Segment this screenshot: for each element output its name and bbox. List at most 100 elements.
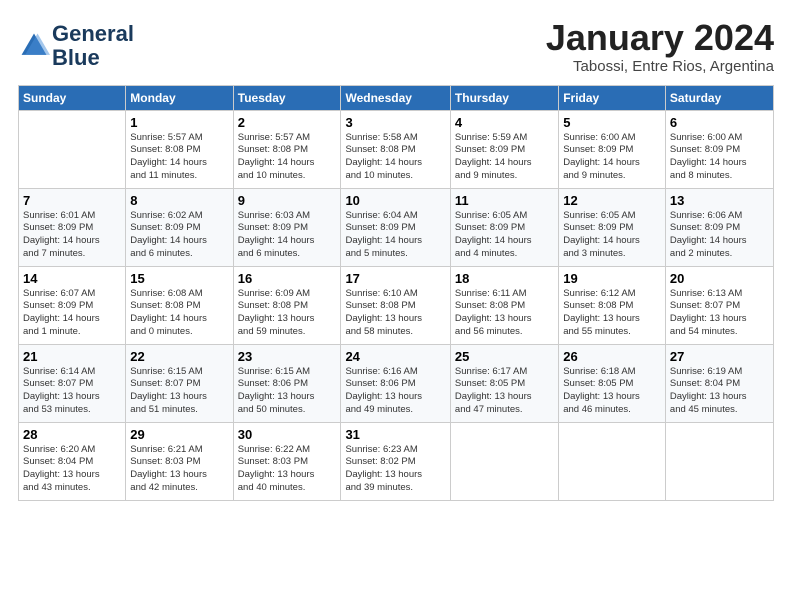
day-number: 26 — [563, 349, 661, 364]
day-info: Sunrise: 6:00 AM Sunset: 8:09 PM Dayligh… — [670, 132, 769, 183]
day-info: Sunrise: 5:59 AM Sunset: 8:09 PM Dayligh… — [455, 132, 554, 183]
header-cell: Thursday — [450, 85, 558, 110]
day-info: Sunrise: 6:09 AM Sunset: 8:08 PM Dayligh… — [238, 288, 337, 339]
day-number: 19 — [563, 271, 661, 286]
day-info: Sunrise: 6:15 AM Sunset: 8:07 PM Dayligh… — [130, 366, 228, 417]
header: General Blue January 2024 Tabossi, Entre… — [18, 18, 774, 75]
calendar-week-row: 7 Sunrise: 6:01 AM Sunset: 8:09 PM Daylig… — [19, 188, 774, 266]
day-info: Sunrise: 6:10 AM Sunset: 8:08 PM Dayligh… — [345, 288, 445, 339]
calendar-cell: 21Sunrise: 6:14 AM Sunset: 8:07 PM Dayli… — [19, 344, 126, 422]
calendar-cell: 29 Sunrise: 6:21 AM Sunset: 8:03 PM Dayli… — [126, 422, 233, 500]
header-cell: Tuesday — [233, 85, 341, 110]
day-number: 31 — [345, 427, 445, 442]
calendar-cell: 15Sunrise: 6:08 AM Sunset: 8:08 PM Dayli… — [126, 266, 233, 344]
day-info: Sunrise: 6:08 AM Sunset: 8:08 PM Dayligh… — [130, 288, 228, 339]
day-number: 27 — [670, 349, 769, 364]
header-row: SundayMondayTuesdayWednesdayThursdayFrid… — [19, 85, 774, 110]
day-number: 11 — [455, 193, 554, 208]
calendar-cell: 17 Sunrise: 6:10 AM Sunset: 8:08 PM Dayli… — [341, 266, 450, 344]
day-number: 28 — [23, 427, 121, 442]
calendar-cell: 4 Sunrise: 5:59 AM Sunset: 8:09 PM Daylig… — [450, 110, 558, 188]
page: General Blue January 2024 Tabossi, Entre… — [0, 0, 792, 612]
calendar-cell — [665, 422, 773, 500]
day-info: Sunrise: 6:07 AM Sunset: 8:09 PM Dayligh… — [23, 288, 121, 339]
calendar-cell: 16 Sunrise: 6:09 AM Sunset: 8:08 PM Dayli… — [233, 266, 341, 344]
day-info: Sunrise: 6:12 AM Sunset: 8:08 PM Dayligh… — [563, 288, 661, 339]
day-number: 3 — [345, 115, 445, 130]
calendar-table: SundayMondayTuesdayWednesdayThursdayFrid… — [18, 85, 774, 501]
calendar-cell: 20 Sunrise: 6:13 AM Sunset: 8:07 PM Dayli… — [665, 266, 773, 344]
calendar-cell: 12 Sunrise: 6:05 AM Sunset: 8:09 PM Dayli… — [559, 188, 666, 266]
calendar-cell: 7 Sunrise: 6:01 AM Sunset: 8:09 PM Daylig… — [19, 188, 126, 266]
calendar-cell: 25Sunrise: 6:17 AM Sunset: 8:05 PM Dayli… — [450, 344, 558, 422]
day-info: Sunrise: 5:58 AM Sunset: 8:08 PM Dayligh… — [345, 132, 445, 183]
day-number: 18 — [455, 271, 554, 286]
calendar-cell: 3 Sunrise: 5:58 AM Sunset: 8:08 PM Daylig… — [341, 110, 450, 188]
day-number: 10 — [345, 193, 445, 208]
day-info: Sunrise: 6:20 AM Sunset: 8:04 PM Dayligh… — [23, 444, 121, 495]
logo-line1: General — [52, 22, 134, 46]
calendar-cell: 13Sunrise: 6:06 AM Sunset: 8:09 PM Dayli… — [665, 188, 773, 266]
day-info: Sunrise: 6:11 AM Sunset: 8:08 PM Dayligh… — [455, 288, 554, 339]
day-info: Sunrise: 5:57 AM Sunset: 8:08 PM Dayligh… — [238, 132, 337, 183]
calendar-cell: 5 Sunrise: 6:00 AM Sunset: 8:09 PM Daylig… — [559, 110, 666, 188]
title-block: January 2024 Tabossi, Entre Rios, Argent… — [546, 18, 774, 75]
header-cell: Sunday — [19, 85, 126, 110]
day-number: 22 — [130, 349, 228, 364]
logo: General Blue — [18, 22, 134, 70]
day-number: 7 — [23, 193, 121, 208]
calendar-week-row: 28 Sunrise: 6:20 AM Sunset: 8:04 PM Dayli… — [19, 422, 774, 500]
day-info: Sunrise: 6:05 AM Sunset: 8:09 PM Dayligh… — [563, 210, 661, 261]
logo-icon — [18, 30, 50, 62]
calendar-cell: 27 Sunrise: 6:19 AM Sunset: 8:04 PM Dayli… — [665, 344, 773, 422]
header-cell: Friday — [559, 85, 666, 110]
calendar-cell: 31Sunrise: 6:23 AM Sunset: 8:02 PM Dayli… — [341, 422, 450, 500]
day-number: 2 — [238, 115, 337, 130]
day-info: Sunrise: 6:13 AM Sunset: 8:07 PM Dayligh… — [670, 288, 769, 339]
calendar-cell: 28 Sunrise: 6:20 AM Sunset: 8:04 PM Dayli… — [19, 422, 126, 500]
calendar-cell: 2 Sunrise: 5:57 AM Sunset: 8:08 PM Daylig… — [233, 110, 341, 188]
day-number: 17 — [345, 271, 445, 286]
day-number: 14 — [23, 271, 121, 286]
calendar-cell: 24Sunrise: 6:16 AM Sunset: 8:06 PM Dayli… — [341, 344, 450, 422]
day-number: 23 — [238, 349, 337, 364]
logo-line2: Blue — [52, 46, 134, 70]
day-number: 16 — [238, 271, 337, 286]
day-number: 6 — [670, 115, 769, 130]
calendar-cell: 1 Sunrise: 5:57 AM Sunset: 8:08 PM Daylig… — [126, 110, 233, 188]
day-info: Sunrise: 6:04 AM Sunset: 8:09 PM Dayligh… — [345, 210, 445, 261]
day-number: 5 — [563, 115, 661, 130]
day-info: Sunrise: 6:19 AM Sunset: 8:04 PM Dayligh… — [670, 366, 769, 417]
calendar-cell: 23Sunrise: 6:15 AM Sunset: 8:06 PM Dayli… — [233, 344, 341, 422]
calendar-cell: 18 Sunrise: 6:11 AM Sunset: 8:08 PM Dayli… — [450, 266, 558, 344]
day-number: 8 — [130, 193, 228, 208]
calendar-cell: 19 Sunrise: 6:12 AM Sunset: 8:08 PM Dayli… — [559, 266, 666, 344]
header-cell: Monday — [126, 85, 233, 110]
calendar-cell: 6 Sunrise: 6:00 AM Sunset: 8:09 PM Daylig… — [665, 110, 773, 188]
header-cell: Saturday — [665, 85, 773, 110]
day-number: 1 — [130, 115, 228, 130]
day-number: 21 — [23, 349, 121, 364]
calendar-cell: 22 Sunrise: 6:15 AM Sunset: 8:07 PM Dayli… — [126, 344, 233, 422]
day-info: Sunrise: 6:01 AM Sunset: 8:09 PM Dayligh… — [23, 210, 121, 261]
calendar-cell: 14 Sunrise: 6:07 AM Sunset: 8:09 PM Dayli… — [19, 266, 126, 344]
calendar-week-row: 14 Sunrise: 6:07 AM Sunset: 8:09 PM Dayli… — [19, 266, 774, 344]
day-number: 30 — [238, 427, 337, 442]
calendar-week-row: 21Sunrise: 6:14 AM Sunset: 8:07 PM Dayli… — [19, 344, 774, 422]
day-info: Sunrise: 6:03 AM Sunset: 8:09 PM Dayligh… — [238, 210, 337, 261]
day-info: Sunrise: 6:22 AM Sunset: 8:03 PM Dayligh… — [238, 444, 337, 495]
day-number: 24 — [345, 349, 445, 364]
day-number: 29 — [130, 427, 228, 442]
logo-text: General Blue — [52, 22, 134, 70]
day-number: 4 — [455, 115, 554, 130]
day-info: Sunrise: 6:05 AM Sunset: 8:09 PM Dayligh… — [455, 210, 554, 261]
month-title: January 2024 — [546, 18, 774, 58]
day-number: 20 — [670, 271, 769, 286]
day-info: Sunrise: 6:00 AM Sunset: 8:09 PM Dayligh… — [563, 132, 661, 183]
calendar-cell — [559, 422, 666, 500]
calendar-cell — [450, 422, 558, 500]
day-number: 12 — [563, 193, 661, 208]
calendar-cell: 30 Sunrise: 6:22 AM Sunset: 8:03 PM Dayli… — [233, 422, 341, 500]
day-info: Sunrise: 5:57 AM Sunset: 8:08 PM Dayligh… — [130, 132, 228, 183]
day-info: Sunrise: 6:21 AM Sunset: 8:03 PM Dayligh… — [130, 444, 228, 495]
